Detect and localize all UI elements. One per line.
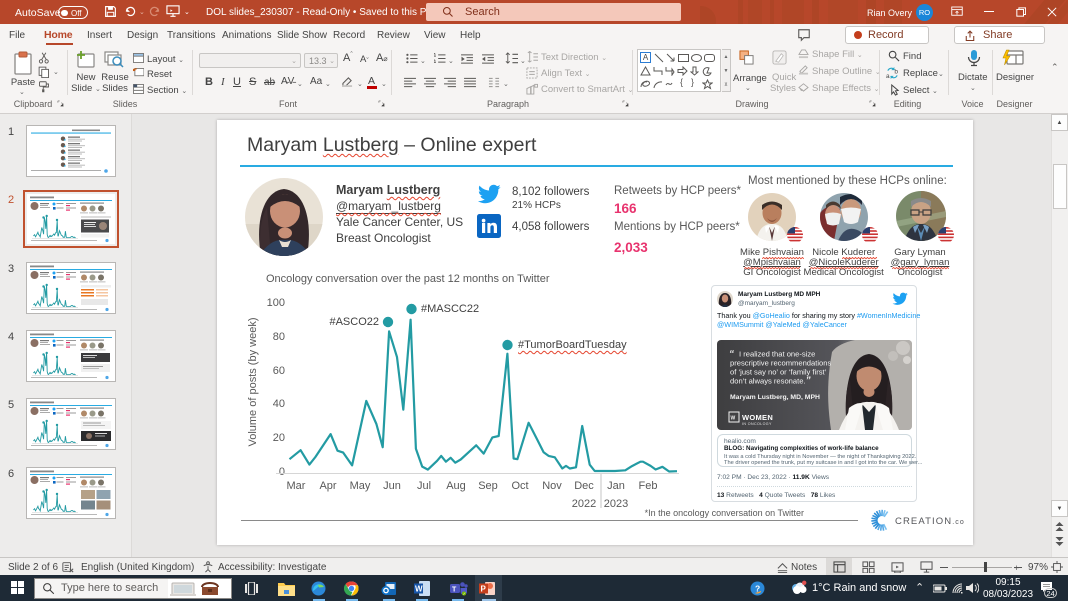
svg-text:IN ONCOLOGY: IN ONCOLOGY [742,422,772,426]
svg-text:?: ? [755,584,760,594]
svg-text:don’t always resonate.”: don’t always resonate.” [730,376,811,387]
svg-text:prescriptive recommendations: prescriptive recommendations [730,359,831,368]
svg-text:WOMEN: WOMEN [742,413,773,422]
svg-text:✓: ✓ [463,591,466,596]
svg-text:Maryam Lustberg, MD, MPH: Maryam Lustberg, MD, MPH [730,394,820,401]
svg-text:T: T [452,587,457,594]
svg-text:W: W [731,416,736,422]
svg-text:b: b [894,68,898,75]
svg-text:a: a [886,73,890,79]
svg-text:I realized that one-size: I realized that one-size [739,350,815,359]
svg-text:of ‘just say no’ or ‘family fi: of ‘just say no’ or ‘family first’ [730,368,827,377]
svg-text:W: W [415,585,423,594]
svg-text:P: P [481,585,487,594]
